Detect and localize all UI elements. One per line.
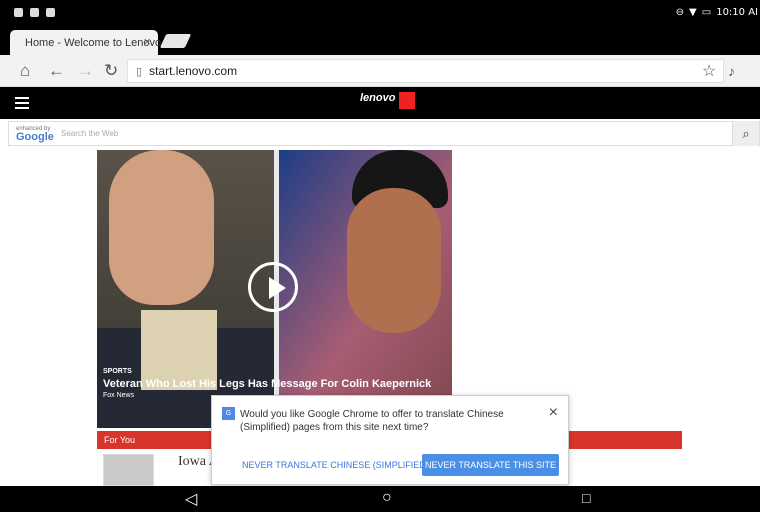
home-circle-icon[interactable]: ○ xyxy=(382,489,392,507)
never-translate-site-button[interactable]: NEVER TRANSLATE THIS SITE xyxy=(422,454,559,476)
menu-dots-icon[interactable]: ⋮ xyxy=(753,61,760,81)
back-icon[interactable]: ← xyxy=(48,61,65,81)
story-category: SPORTS xyxy=(103,368,132,375)
address-text: start.lenovo.com xyxy=(149,64,238,78)
search-icon: ⌕ xyxy=(742,126,750,141)
wifi-icon: ▼ xyxy=(689,7,697,18)
status-icons-right: ⊖ ▼ ▭ 10:10 AI xyxy=(676,0,760,25)
status-bar: ⊖ ▼ ▭ 10:10 AI xyxy=(0,0,760,25)
recents-square-icon[interactable]: □ xyxy=(582,490,590,506)
reload-icon[interactable]: ↻ xyxy=(104,61,118,81)
tab-home-welcome-to-lenovo[interactable]: Home - Welcome to Lenovo × xyxy=(10,30,162,55)
new-tab-button[interactable] xyxy=(159,34,192,48)
status-icons-left xyxy=(0,8,55,17)
translate-dialog: G Would you like Google Chrome to offer … xyxy=(211,395,569,485)
story-title[interactable]: Veteran Who Lost His Legs Has Message Fo… xyxy=(103,377,431,391)
google-brand: enhanced by Google xyxy=(16,125,54,143)
search-button[interactable]: ⌕ xyxy=(732,121,759,146)
minus-circle-icon: ⊖ xyxy=(675,7,685,18)
story-thumbnail[interactable] xyxy=(103,454,154,486)
lenovo-logo[interactable]: lenovo xyxy=(360,92,416,109)
never-translate-chinese-button[interactable]: NEVER TRANSLATE CHINESE (SIMPLIFIED) xyxy=(242,460,429,470)
battery-icon: ▭ xyxy=(701,7,712,18)
man-face-right xyxy=(347,188,441,333)
status-time: 10:10 AI xyxy=(716,7,758,18)
man-face-left xyxy=(109,150,214,305)
web-search-bar[interactable]: enhanced by Google Search the Web ⌕ xyxy=(8,121,760,146)
back-triangle-icon[interactable]: ◁ xyxy=(185,489,197,509)
hamburger-menu-icon[interactable] xyxy=(15,97,29,112)
home-icon[interactable]: ⌂ xyxy=(20,61,30,81)
forward-icon[interactable]: → xyxy=(77,61,94,81)
tab-strip: Home - Welcome to Lenovo × xyxy=(0,25,760,55)
translate-message: Would you like Google Chrome to offer to… xyxy=(240,409,504,433)
lenovo-header: lenovo xyxy=(0,87,760,119)
dialog-close-icon[interactable]: × xyxy=(549,404,558,422)
google-label: Google xyxy=(16,131,54,143)
tab-close-icon[interactable]: × xyxy=(143,34,151,49)
bookmark-star-icon[interactable]: ☆ xyxy=(702,61,716,81)
search-input-placeholder[interactable]: Search the Web xyxy=(61,129,118,138)
browser-toolbar: ⌂ ← → ↻ ▯ start.lenovo.com ☆ ♪ ⋮ xyxy=(0,55,760,87)
tab-title: Home - Welcome to Lenovo xyxy=(25,36,162,49)
address-bar[interactable]: ▯ start.lenovo.com xyxy=(127,59,724,83)
page-icon: ▯ xyxy=(136,65,143,78)
translate-icon: G xyxy=(222,407,235,420)
for-those-who-do-tag xyxy=(399,92,416,109)
android-navigation-bar: ◁ ○ □ xyxy=(0,486,760,512)
play-icon[interactable] xyxy=(248,262,298,312)
microphone-icon[interactable]: ♪ xyxy=(728,63,735,79)
